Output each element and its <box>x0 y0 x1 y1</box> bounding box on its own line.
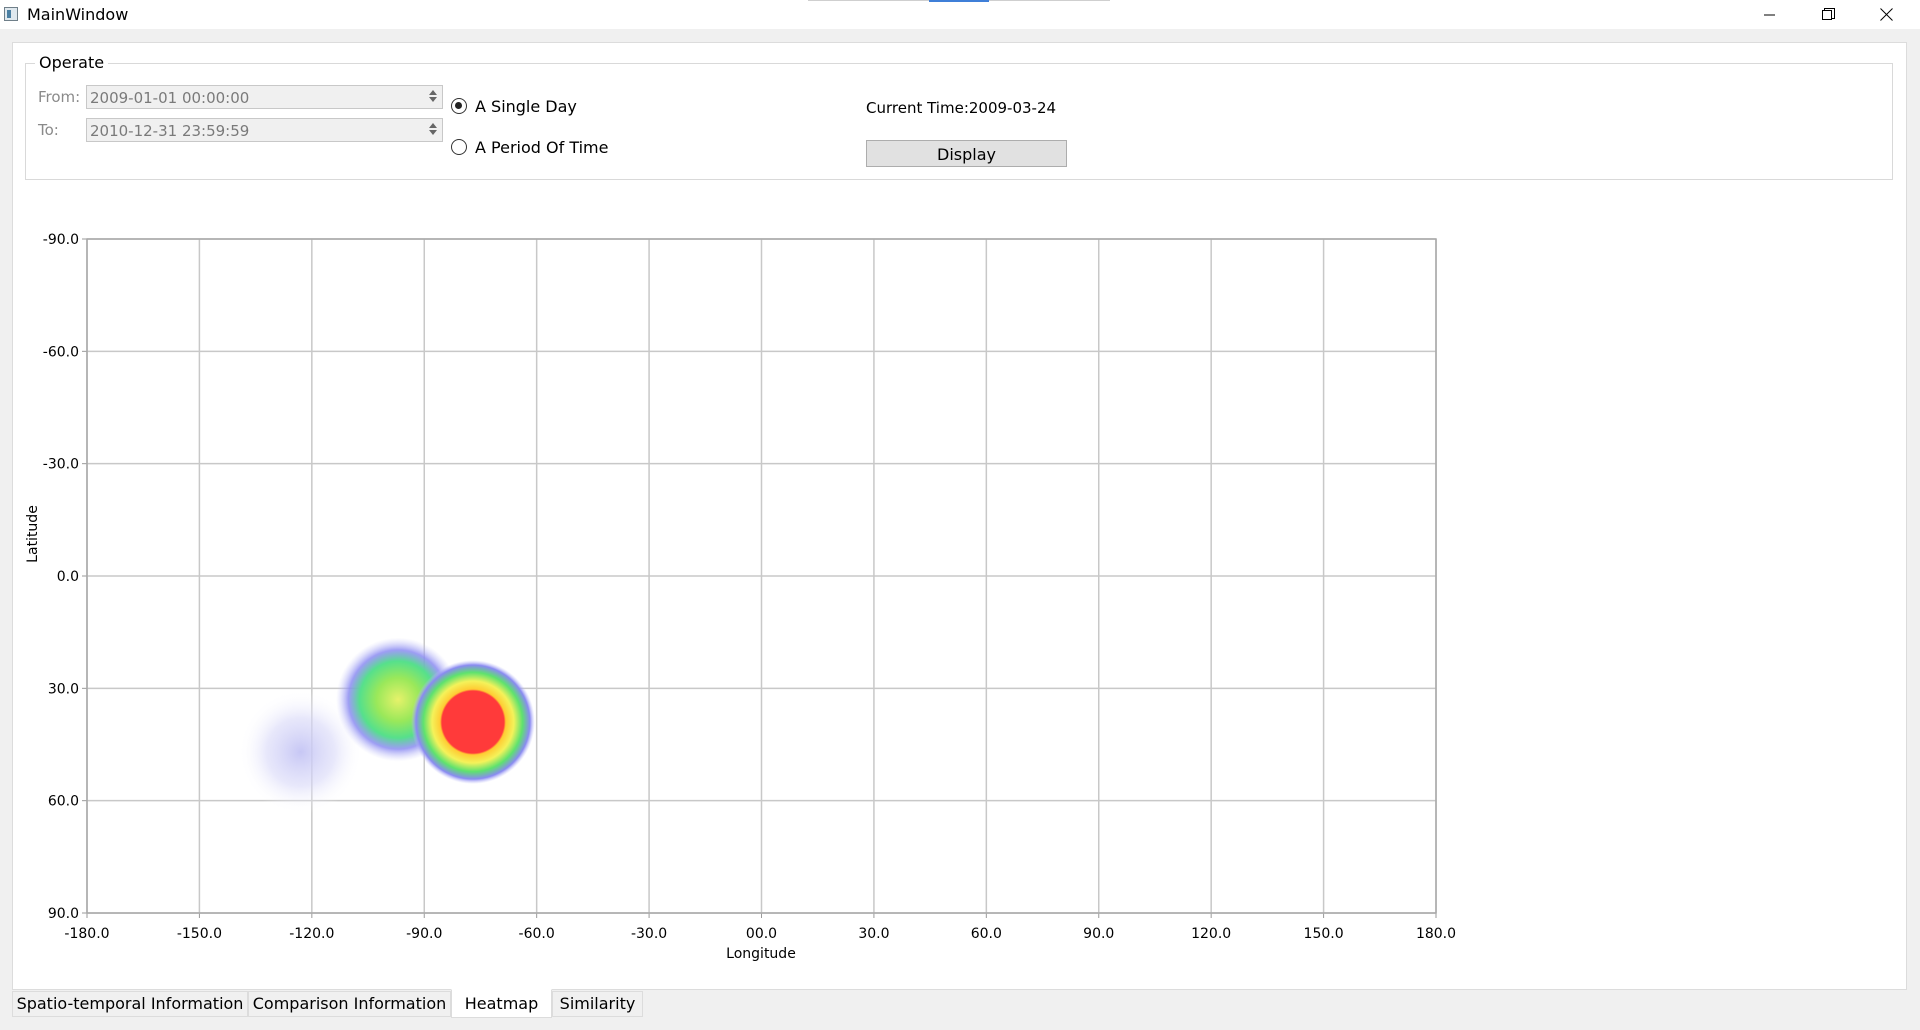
y-tick-label: 90.0 <box>48 906 79 922</box>
tab-similarity[interactable]: Similarity <box>552 991 643 1017</box>
y-tick-label: 30.0 <box>48 681 79 697</box>
x-axis-label: Longitude <box>726 946 796 962</box>
y-tick-label: 0.0 <box>57 569 79 585</box>
x-tick-label: -60.0 <box>519 926 555 942</box>
tab-comparison[interactable]: Comparison Information <box>248 991 451 1017</box>
heat-point <box>410 660 535 785</box>
x-tick-label: 00.0 <box>746 926 777 942</box>
tab-heatmap[interactable]: Heatmap <box>451 989 552 1018</box>
y-tick-label: 60.0 <box>48 794 79 810</box>
x-tick-label: -150.0 <box>177 926 222 942</box>
y-tick-label: -60.0 <box>43 344 79 360</box>
x-tick-label: -90.0 <box>406 926 442 942</box>
x-tick-label: 90.0 <box>1083 926 1114 942</box>
x-tick-label: 150.0 <box>1304 926 1344 942</box>
y-tick-label: -90.0 <box>43 232 79 248</box>
x-tick-label: 60.0 <box>971 926 1002 942</box>
x-tick-label: -120.0 <box>289 926 334 942</box>
x-tick-label: -30.0 <box>631 926 667 942</box>
x-tick-label: 30.0 <box>858 926 889 942</box>
x-tick-label: 180.0 <box>1416 926 1456 942</box>
x-tick-label: -180.0 <box>64 926 109 942</box>
heatmap-chart: -180.0 -150.0 -120.0 -90.0 -60.0 -30.0 00.0 30.… <box>25 232 1456 962</box>
y-axis-label: Latitude <box>25 505 41 563</box>
x-tick-label: 120.0 <box>1191 926 1231 942</box>
y-tick-label: -30.0 <box>43 457 79 473</box>
tab-spatio-temporal[interactable]: Spatio-temporal Information <box>12 991 248 1017</box>
